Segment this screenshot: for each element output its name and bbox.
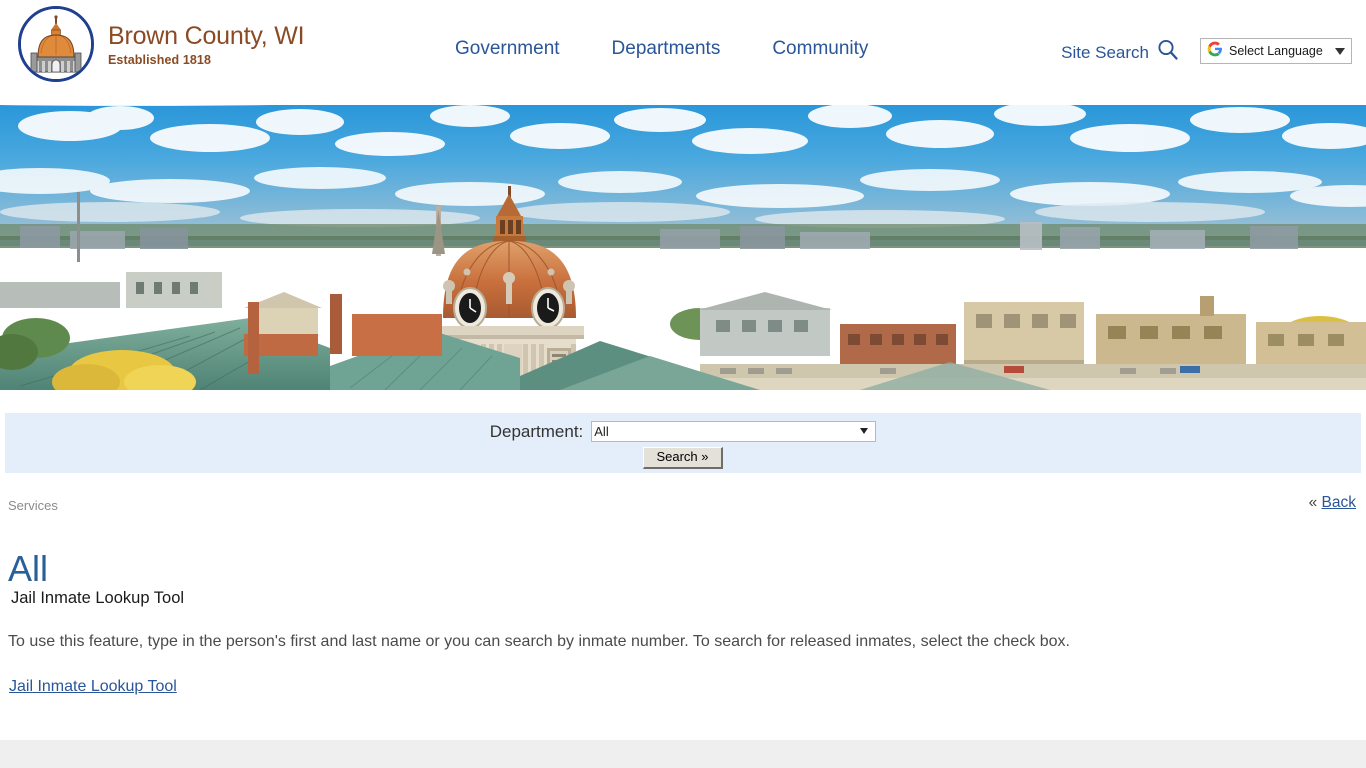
breadcrumb[interactable]: Services	[8, 498, 58, 513]
main-navigation: Government Departments Community	[455, 38, 868, 60]
site-search-button[interactable]: Site Search	[1061, 38, 1180, 67]
google-g-icon	[1207, 41, 1223, 62]
department-search-row: Department: All	[5, 421, 1361, 442]
brand-title: Brown County, WI	[108, 21, 305, 50]
nav-item-government[interactable]: Government	[455, 38, 560, 60]
search-button[interactable]: Search »	[643, 447, 723, 470]
search-button-row: Search »	[5, 447, 1361, 470]
language-selector-label: Select Language	[1229, 44, 1323, 58]
site-logo[interactable]: Brown County, WI Established 1818	[18, 6, 305, 82]
service-item-description: To use this feature, type in the person'…	[8, 633, 1070, 650]
breadcrumb-row: Services « Back	[0, 473, 1366, 513]
language-selector[interactable]: Select Language	[1200, 38, 1352, 64]
courthouse-seal-icon	[18, 6, 94, 82]
nav-item-departments[interactable]: Departments	[612, 38, 721, 60]
back-chevron-icon: «	[1308, 494, 1318, 511]
site-footer	[0, 740, 1366, 768]
service-item-link[interactable]: Jail Inmate Lookup Tool	[9, 678, 177, 696]
brand-text: Brown County, WI Established 1818	[108, 21, 305, 67]
department-select[interactable]: All	[591, 421, 877, 442]
department-search-band: Department: All Search »	[5, 413, 1361, 473]
site-header: Brown County, WI Established 1818 Govern…	[0, 0, 1366, 105]
back-link[interactable]: Back	[1322, 494, 1356, 511]
chevron-down-icon	[1335, 47, 1345, 55]
search-icon	[1156, 38, 1180, 67]
hero-banner-image	[0, 86, 1366, 390]
site-search-label: Site Search	[1061, 42, 1149, 62]
department-select-wrapper: All	[591, 421, 877, 442]
service-item-title: Jail Inmate Lookup Tool	[11, 589, 185, 607]
brand-subtitle: Established 1818	[108, 52, 212, 67]
back-link-wrapper: « Back	[1309, 494, 1356, 512]
page-title: All	[8, 548, 49, 590]
nav-item-community[interactable]: Community	[772, 38, 868, 60]
department-label: Department:	[489, 421, 584, 441]
main-content: Services « Back All Jail Inmate Lookup T…	[0, 473, 1366, 740]
